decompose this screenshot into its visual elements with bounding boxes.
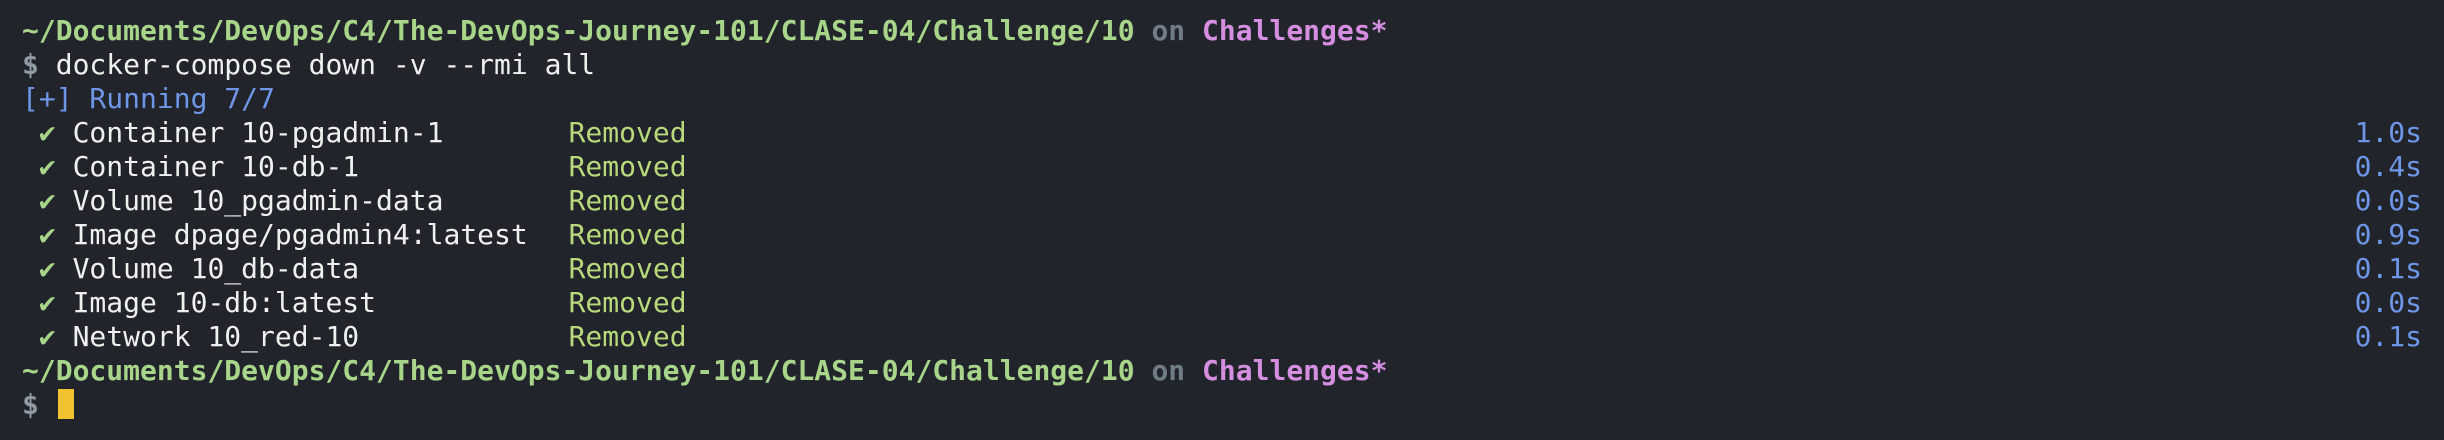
git-branch: Challenges* (1202, 354, 1388, 387)
resource-name: Volume 10_pgadmin-data (72, 184, 444, 217)
input-line[interactable]: $ (22, 388, 2422, 422)
check-icon: ✔ (38, 116, 56, 149)
prompt-path: ~/Documents/DevOps/C4/The-DevOps-Journey… (22, 354, 1135, 387)
resource-name: Image dpage/pgadmin4:latest (72, 218, 528, 251)
resource-status: Removed (568, 150, 687, 183)
terminal-output[interactable]: ~/Documents/DevOps/C4/The-DevOps-Journey… (22, 14, 2422, 422)
resource-row: ✔ Image dpage/pgadmin4:latest Removed 0.9s (22, 218, 2422, 252)
resource-name: Network 10_red-10 (72, 320, 360, 353)
resource-status: Removed (568, 286, 687, 319)
prompt-on: on (1151, 354, 1186, 387)
terminal-window: { "prompt": { "path": "~/Documents/DevOp… (0, 0, 2444, 440)
resource-time: 0.9s (2354, 218, 2422, 251)
check-icon: ✔ (38, 252, 56, 285)
running-line: [+] Running 7/7 (22, 82, 2422, 116)
check-icon: ✔ (38, 320, 56, 353)
resource-row: ✔ Image 10-db:latest Removed 0.0s (22, 286, 2422, 320)
check-icon: ✔ (38, 286, 56, 319)
resource-time: 0.4s (2354, 150, 2422, 183)
resource-row: ✔ Volume 10_db-data Removed 0.1s (22, 252, 2422, 286)
prompt-symbol: $ (22, 388, 39, 421)
resource-time: 0.0s (2354, 286, 2422, 319)
prompt-line: ~/Documents/DevOps/C4/The-DevOps-Journey… (22, 354, 2422, 388)
prompt-line: ~/Documents/DevOps/C4/The-DevOps-Journey… (22, 14, 2422, 48)
resource-name: Container 10-pgadmin-1 (72, 116, 444, 149)
resource-status: Removed (568, 184, 687, 217)
running-status: [+] Running 7/7 (22, 82, 275, 115)
resource-row: ✔ Container 10-db-1 Removed 0.4s (22, 150, 2422, 184)
resource-name: Container 10-db-1 (72, 150, 360, 183)
resource-status: Removed (568, 320, 687, 353)
resource-name: Image 10-db:latest (72, 286, 377, 319)
prompt-on: on (1151, 14, 1186, 47)
resource-row: ✔ Container 10-pgadmin-1 Removed 1.0s (22, 116, 2422, 150)
resource-name: Volume 10_db-data (72, 252, 360, 285)
command-text: docker-compose down -v --rmi all (55, 48, 596, 81)
resource-time: 0.1s (2354, 320, 2422, 353)
resource-status: Removed (568, 252, 687, 285)
resource-status: Removed (568, 116, 687, 149)
check-icon: ✔ (38, 150, 56, 183)
text-cursor[interactable] (57, 389, 74, 419)
resource-row: ✔ Volume 10_pgadmin-data Removed 0.0s (22, 184, 2422, 218)
command-line: $ docker-compose down -v --rmi all (22, 48, 2422, 82)
check-icon: ✔ (38, 218, 56, 251)
prompt-path: ~/Documents/DevOps/C4/The-DevOps-Journey… (22, 14, 1135, 47)
resource-row: ✔ Network 10_red-10 Removed 0.1s (22, 320, 2422, 354)
resource-time: 0.0s (2354, 184, 2422, 217)
resource-time: 1.0s (2354, 116, 2422, 149)
prompt-symbol: $ (22, 48, 39, 81)
git-branch: Challenges* (1202, 14, 1388, 47)
resource-status: Removed (568, 218, 687, 251)
check-icon: ✔ (38, 184, 56, 217)
resource-time: 0.1s (2354, 252, 2422, 285)
